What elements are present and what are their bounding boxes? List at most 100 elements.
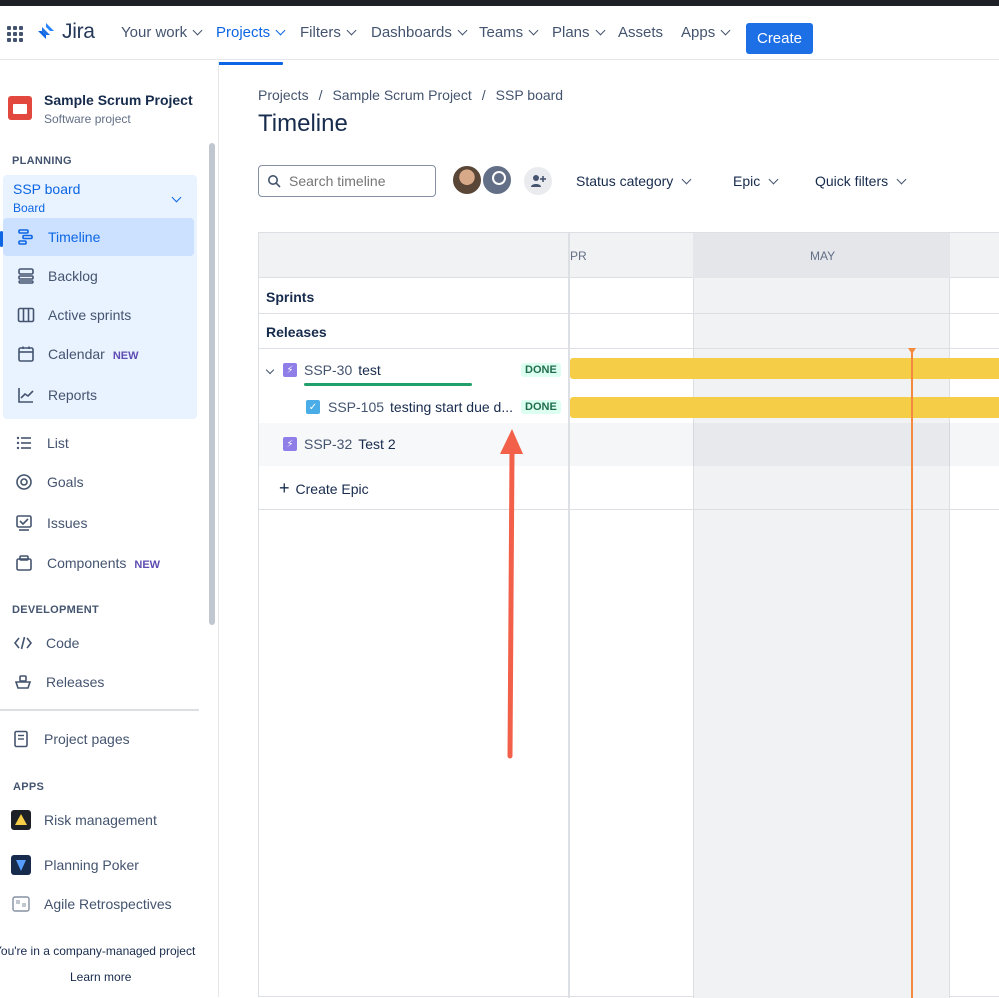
sidebar-divider	[0, 709, 199, 711]
issue-key: SSP-32	[304, 436, 353, 452]
sidebar-item-label-group: Components NEW	[47, 555, 160, 571]
nav-teams[interactable]: Teams	[479, 24, 539, 41]
board-switcher-title[interactable]: SSP board	[13, 181, 80, 197]
avatar-unassigned[interactable]	[481, 164, 513, 196]
search-timeline-field[interactable]	[258, 165, 436, 197]
chevron-down-icon	[768, 174, 779, 184]
epic-icon: ⚡	[283, 437, 297, 451]
nav-label: Apps	[681, 24, 716, 41]
jira-logo[interactable]: Jira	[36, 20, 95, 44]
status-category-filter[interactable]: Status category	[576, 173, 692, 189]
sidebar-item-planning-poker[interactable]: Planning Poker	[0, 846, 200, 884]
releases-row-label[interactable]: Releases	[266, 324, 327, 340]
breadcrumb: Projects / Sample Scrum Project / SSP bo…	[258, 87, 563, 103]
jira-logo-icon	[38, 23, 54, 39]
sidebar-item-agile-retrospectives[interactable]: Agile Retrospectives	[0, 885, 200, 923]
sidebar-item-components[interactable]: Components NEW	[0, 544, 200, 582]
sidebar-item-code[interactable]: Code	[0, 624, 200, 662]
chevron-down-icon	[346, 25, 357, 36]
backlog-icon	[16, 266, 36, 286]
breadcrumb-project[interactable]: Sample Scrum Project	[332, 87, 471, 103]
sidebar-item-active-sprints[interactable]: Active sprints	[0, 296, 200, 334]
sidebar-item-label: Reports	[48, 387, 98, 403]
create-epic-button[interactable]: + Create Epic	[279, 478, 369, 499]
sidebar-item-label: Calendar	[48, 346, 105, 362]
issue-row-ssp-32[interactable]: SSP-32 Test 2	[304, 436, 396, 454]
sidebar-item-project-pages[interactable]: Project pages	[0, 720, 200, 758]
sidebar-item-label: Agile Retrospectives	[44, 896, 172, 912]
sidebar-item-releases[interactable]: Releases	[0, 663, 200, 701]
risk-app-icon	[11, 810, 31, 830]
sidebar-item-label: Releases	[46, 674, 105, 690]
sidebar-item-label: Components	[47, 555, 127, 571]
sidebar-item-label: Issues	[47, 515, 88, 531]
list-icon	[14, 433, 34, 453]
nav-filters[interactable]: Filters	[300, 24, 357, 41]
epic-filter[interactable]: Epic	[733, 173, 779, 189]
chevron-down-icon	[457, 25, 468, 36]
planning-section-label: PLANNING	[12, 155, 72, 167]
learn-more-link[interactable]: Learn more	[70, 970, 131, 984]
epic-icon: ⚡	[283, 363, 297, 377]
timeline-grid: PR MAY Sprints Releases ⚡ SSP-30 test DON…	[258, 232, 999, 998]
search-icon	[268, 175, 281, 188]
sidebar-item-goals[interactable]: Goals	[0, 463, 200, 501]
top-navigation: Jira Your work Projects Filters Dashboar…	[0, 6, 999, 65]
sidebar-item-issues[interactable]: Issues	[0, 504, 200, 542]
sidebar-item-backlog[interactable]: Backlog	[0, 257, 200, 295]
nav-dashboards[interactable]: Dashboards	[371, 24, 468, 41]
nav-apps[interactable]: Apps	[681, 24, 731, 41]
nav-label: Assets	[618, 24, 664, 41]
code-icon	[13, 633, 33, 653]
sidebar-item-reports[interactable]: Reports	[0, 376, 200, 414]
poker-app-icon	[11, 855, 31, 875]
jira-logo-text: Jira	[62, 20, 95, 43]
issue-summary: testing start due d...	[390, 399, 514, 415]
breadcrumb-board[interactable]: SSP board	[496, 87, 563, 103]
status-lozenge: DONE	[521, 363, 561, 377]
board-switcher-subtitle: Board	[13, 201, 46, 215]
new-badge: NEW	[112, 350, 139, 362]
retro-app-icon	[11, 894, 31, 914]
status-lozenge: DONE	[521, 400, 561, 414]
project-avatar-icon[interactable]	[8, 96, 32, 120]
chevron-down-icon	[595, 25, 605, 36]
issue-row-ssp-105[interactable]: SSP-105 testing start due d...	[328, 399, 513, 417]
month-label-may: MAY	[810, 249, 836, 263]
nav-your-work[interactable]: Your work	[121, 24, 203, 41]
calendar-icon	[16, 344, 36, 364]
plus-icon: +	[279, 478, 290, 498]
chevron-down-icon[interactable]	[265, 365, 275, 375]
list-timeline-divider[interactable]	[568, 233, 570, 998]
development-section-label: DEVELOPMENT	[12, 604, 100, 616]
breadcrumb-projects[interactable]: Projects	[258, 87, 309, 103]
epic-bar-ssp-30[interactable]	[570, 358, 999, 379]
project-name[interactable]: Sample Scrum Project	[44, 92, 193, 108]
sidebar-item-label: Risk management	[44, 812, 157, 828]
nav-plans[interactable]: Plans	[552, 24, 605, 41]
sidebar-item-label: Planning Poker	[44, 857, 139, 873]
avatar[interactable]	[451, 164, 483, 196]
chart-line-icon	[16, 385, 36, 405]
add-people-icon[interactable]	[522, 165, 554, 197]
sidebar-item-calendar[interactable]: Calendar NEW	[0, 335, 200, 373]
quick-filters[interactable]: Quick filters	[815, 173, 907, 189]
nav-projects[interactable]: Projects	[216, 24, 286, 41]
sidebar-item-list[interactable]: List	[0, 424, 200, 462]
issue-key: SSP-30	[304, 362, 353, 378]
search-input[interactable]	[289, 173, 419, 189]
issue-row-ssp-30[interactable]: SSP-30 test	[304, 362, 381, 380]
sidebar-scrollbar[interactable]	[209, 143, 215, 625]
task-bar-ssp-105[interactable]	[570, 397, 999, 418]
sidebar-item-timeline[interactable]: Timeline	[3, 218, 194, 256]
sidebar-item-label: List	[47, 435, 69, 451]
checkbox-task-icon: ✓	[306, 400, 320, 414]
create-button[interactable]: Create	[746, 23, 813, 54]
chevron-down-icon	[720, 25, 731, 36]
nav-assets[interactable]: Assets	[618, 24, 663, 41]
sprints-row-label[interactable]: Sprints	[266, 289, 314, 305]
issue-summary: Test 2	[358, 436, 396, 452]
nav-label: Teams	[479, 24, 524, 41]
app-switcher-icon[interactable]	[7, 26, 23, 42]
sidebar-item-risk-management[interactable]: Risk management	[0, 801, 200, 839]
